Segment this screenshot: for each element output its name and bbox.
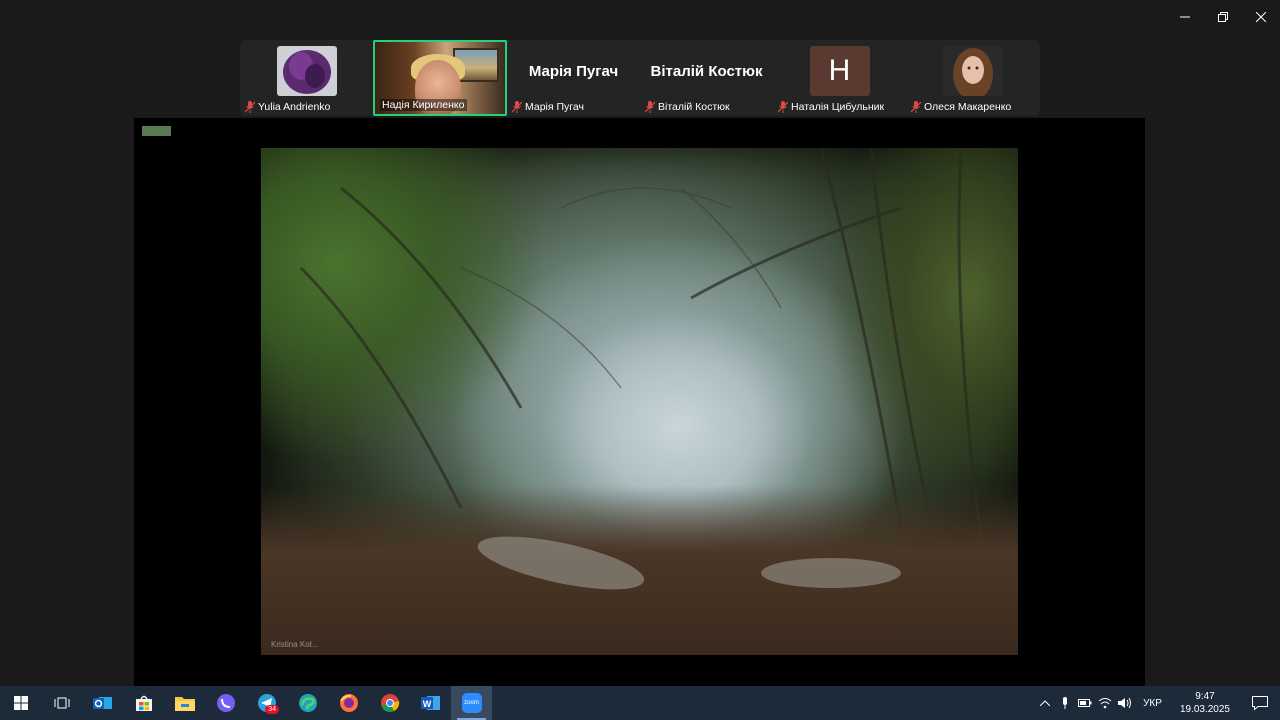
shared-screen[interactable]: Kristina Kot... <box>134 118 1145 686</box>
participant-name-row: Наталія Цибульник <box>778 101 884 113</box>
participant-name-row: Yulia Andrienko <box>245 101 330 113</box>
viber-button[interactable] <box>205 686 246 720</box>
participant-tile[interactable]: Віталій Костюк Віталій Костюк <box>640 40 773 116</box>
microphone-icon <box>1063 697 1068 709</box>
system-tray: УКР 9:47 19.03.2025 <box>1035 686 1280 720</box>
participant-name-row: Марія Пугач <box>512 101 584 113</box>
participant-avatar <box>942 46 1003 96</box>
windows-start-icon <box>13 696 28 710</box>
participant-name: Наталія Цибульник <box>791 101 885 113</box>
mic-muted-icon <box>778 101 788 113</box>
file-explorer-icon <box>174 697 195 711</box>
edge-button[interactable] <box>287 686 328 720</box>
forest-fog-photo: Kristina Kot... <box>261 148 1018 655</box>
edge-icon <box>298 694 317 712</box>
participant-strip: Yulia Andrienko Надія Кириленко Марія Пу… <box>240 40 1040 116</box>
mic-muted-icon <box>645 101 655 113</box>
word-button[interactable]: W <box>410 686 451 720</box>
participant-name-row: Олеся Макаренко <box>911 101 1011 113</box>
volume-tray-button[interactable] <box>1115 686 1135 720</box>
participant-display-name: Віталій Костюк <box>650 62 763 80</box>
show-hidden-icons-button[interactable] <box>1035 686 1055 720</box>
participant-name-row: Віталій Костюк <box>645 101 730 113</box>
participant-display-name: Марія Пугач <box>528 62 619 80</box>
telegram-button[interactable]: 34 <box>246 686 287 720</box>
close-icon <box>1256 12 1266 22</box>
photo-watermark: Kristina Kot... <box>271 640 319 649</box>
zoom-button[interactable]: zoom <box>451 686 492 720</box>
participant-name: Віталій Костюк <box>658 101 730 113</box>
telegram-unread-badge: 34 <box>265 705 279 714</box>
start-button[interactable] <box>0 686 41 720</box>
window-controls <box>1166 0 1280 34</box>
word-icon: W <box>420 696 440 710</box>
participant-tile[interactable]: Марія Пугач Марія Пугач <box>507 40 640 116</box>
mic-muted-icon <box>911 101 921 113</box>
chevron-up-icon <box>1040 700 1051 706</box>
notifications-button[interactable] <box>1240 686 1280 720</box>
restore-icon <box>1218 12 1228 22</box>
participant-avatar <box>276 46 337 96</box>
store-button[interactable] <box>123 686 164 720</box>
clock[interactable]: 9:47 19.03.2025 <box>1170 690 1240 716</box>
battery-icon <box>1078 699 1092 707</box>
wifi-icon <box>1098 698 1112 709</box>
participant-tile[interactable]: H Наталія Цибульник <box>773 40 906 116</box>
mic-muted-icon <box>512 101 522 113</box>
chrome-button[interactable] <box>369 686 410 720</box>
wifi-tray-button[interactable] <box>1095 686 1115 720</box>
file-explorer-button[interactable] <box>164 686 205 720</box>
svg-text:W: W <box>422 699 431 709</box>
participant-initial-avatar: H <box>809 46 870 96</box>
outlook-icon <box>92 697 112 709</box>
viber-icon <box>216 694 235 712</box>
zoom-icon-label: zoom <box>464 700 479 706</box>
task-view-button[interactable] <box>41 686 82 720</box>
participant-name: Марія Пугач <box>525 101 584 113</box>
participant-name: Олеся Макаренко <box>924 101 1012 113</box>
firefox-icon <box>339 694 358 712</box>
close-button[interactable] <box>1242 0 1280 34</box>
store-icon <box>135 695 152 711</box>
battery-tray-button[interactable] <box>1075 686 1095 720</box>
minimize-icon <box>1180 16 1190 18</box>
outlook-button[interactable] <box>82 686 123 720</box>
photo-ground <box>261 485 1018 655</box>
taskbar: 34 W zoom УКР 9:47 19.03.2025 <box>0 686 1280 720</box>
microphone-tray-button[interactable] <box>1055 686 1075 720</box>
notification-icon <box>1252 696 1268 710</box>
clock-time: 9:47 <box>1195 691 1215 702</box>
volume-icon <box>1118 697 1132 709</box>
participant-tile[interactable]: Yulia Andrienko <box>240 40 373 116</box>
participant-name-row: Надія Кириленко <box>380 99 467 111</box>
participant-name: Yulia Andrienko <box>258 101 331 113</box>
participant-tile[interactable]: Олеся Макаренко <box>906 40 1039 116</box>
participant-tile-active-speaker[interactable]: Надія Кириленко <box>373 40 507 116</box>
chrome-icon <box>380 694 399 712</box>
task-view-icon <box>54 697 69 709</box>
minimize-button[interactable] <box>1166 0 1204 34</box>
restore-button[interactable] <box>1204 0 1242 34</box>
clock-date: 19.03.2025 <box>1179 704 1230 715</box>
share-indicator <box>142 126 171 136</box>
firefox-button[interactable] <box>328 686 369 720</box>
photo-rock <box>761 558 901 588</box>
participant-name: Надія Кириленко <box>382 99 465 111</box>
input-language[interactable]: УКР <box>1135 698 1170 709</box>
mic-muted-icon <box>245 101 255 113</box>
